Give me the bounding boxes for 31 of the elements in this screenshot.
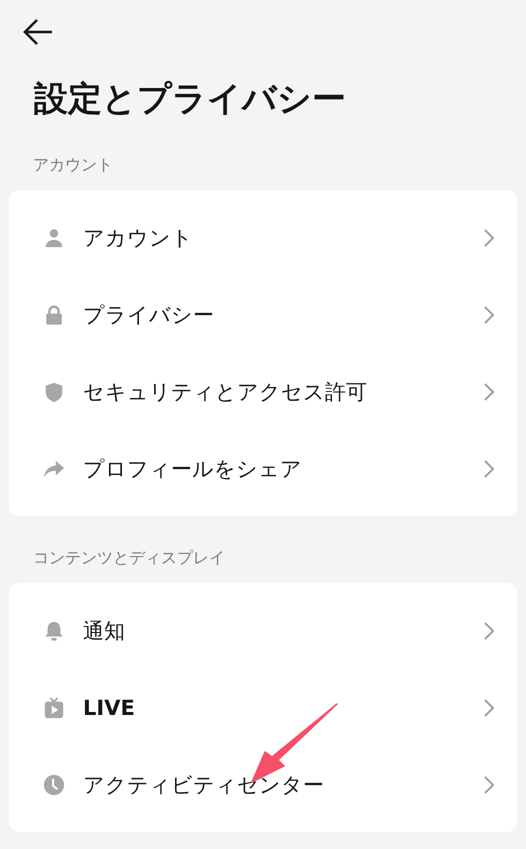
row-label: セキュリティとアクセス許可 [83,378,368,406]
page-title: 設定とプライバシー [34,78,347,121]
row-label: 通知 [83,618,126,644]
person-icon [43,226,65,248]
lock-icon [43,304,65,326]
section-heading: コンテンツとディスプレイ [33,548,226,568]
section-heading: アカウント [33,155,114,175]
settings-row[interactable]: セキュリティとアクセス許可 [9,353,517,430]
shield-icon [43,380,65,402]
tv-icon [43,696,65,718]
back-button[interactable] [22,17,54,47]
chevron-icon [483,304,495,324]
chevron-icon [483,774,495,794]
row-label: プライバシー [83,302,215,328]
clock-icon [43,774,65,796]
settings-row[interactable]: プライバシー [9,276,517,353]
settings-row[interactable]: プロフィールをシェア [9,430,517,507]
chevron-icon [483,458,495,478]
chevron-icon [483,698,495,718]
settings-row[interactable]: LIVE [9,669,517,746]
chevron-icon [483,620,495,640]
settings-row[interactable]: アクティビティセンター [9,746,517,823]
row-label: アクティビティセンター [83,772,325,798]
row-label: アカウント [83,224,194,252]
row-label: LIVE [83,696,136,720]
settings-row[interactable]: 通知 [9,592,517,669]
settings-row[interactable]: アカウント [9,199,517,276]
chevron-icon [483,382,495,402]
row-label: プロフィールをシェア [83,456,303,482]
bell-icon [43,620,65,642]
chevron-icon [483,228,495,248]
